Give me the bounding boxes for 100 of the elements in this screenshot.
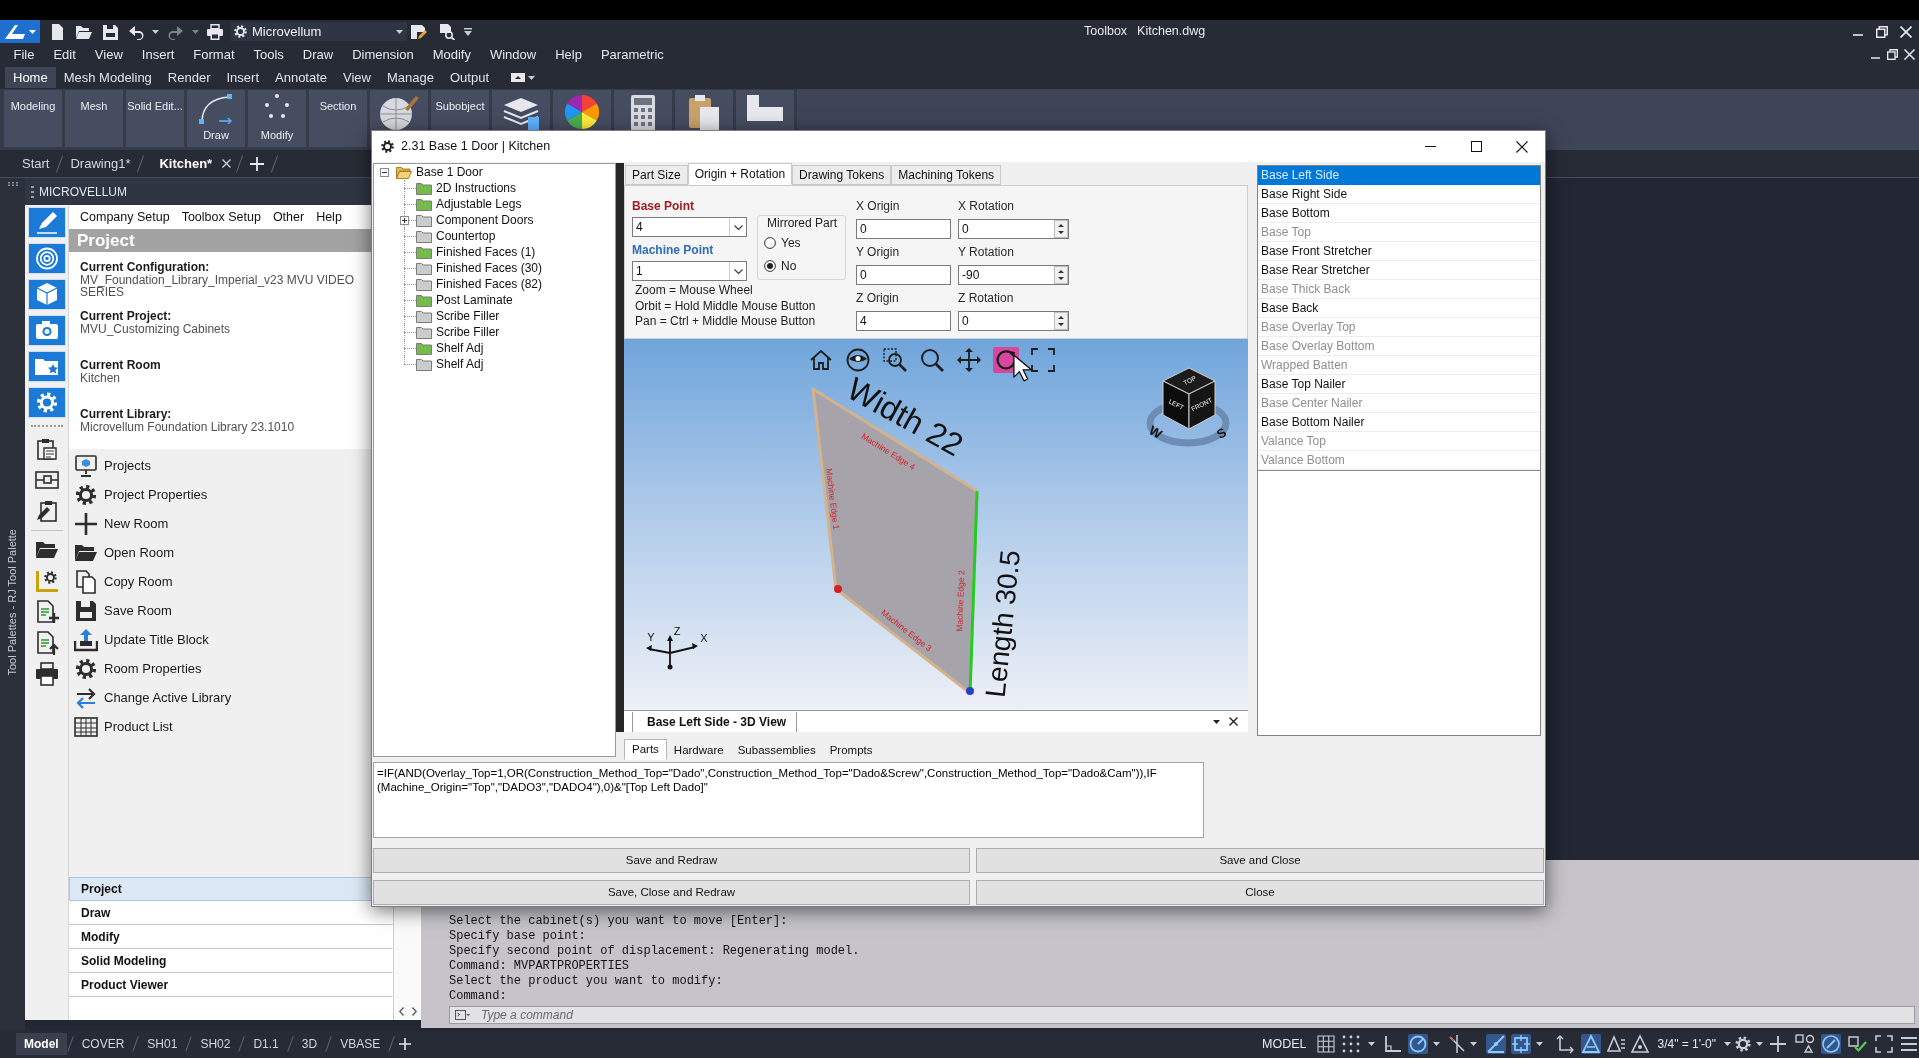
tree-item[interactable]: Shelf Adj [374,340,486,356]
shapes-icon[interactable] [1795,1034,1815,1054]
palette-command[interactable]: Room Properties [74,654,206,683]
rotation-spin-field[interactable]: -90 [958,265,1069,285]
menu-item[interactable]: Draw [293,44,343,65]
grid-icon[interactable] [1316,1034,1337,1054]
triangle-lines-icon[interactable] [1606,1034,1627,1054]
layout-tab[interactable]: 3D [293,1033,326,1055]
close-button[interactable]: Close [976,880,1544,905]
palette-command[interactable]: Project Properties [74,480,212,509]
palette-command[interactable]: Update Title Block [74,625,213,654]
palette-menu-item[interactable]: Other [266,207,311,227]
close-icon[interactable] [1229,717,1238,726]
part-list-item[interactable]: Base Left Side [1258,166,1540,185]
home-icon[interactable] [808,347,834,373]
ribbon-tab[interactable]: Insert [218,67,267,88]
caret-icon[interactable] [1536,1042,1544,1046]
tree-item[interactable]: Base 1 Door [374,164,485,180]
palette-command[interactable]: New Room [74,509,173,538]
part-list-item[interactable]: Base Right Side [1258,185,1540,204]
caret-icon[interactable] [1756,1042,1763,1046]
caret-icon[interactable] [528,75,535,80]
page-magnifier-icon[interactable] [439,23,455,40]
ribbon-panel-button[interactable]: Solid Edit... [126,90,184,147]
gear-icon[interactable] [27,387,66,418]
spinner-icon[interactable] [1054,312,1068,330]
bottom-tab[interactable]: Subassemblies [730,741,823,760]
eye-icon[interactable] [845,347,871,373]
layout-tab[interactable]: SH02 [192,1033,239,1055]
pencil-icon[interactable] [27,207,66,238]
annotation-scale-button[interactable]: 3/4" = 1'-0" [1657,1035,1716,1053]
printer-icon[interactable] [207,23,223,40]
radio-option[interactable]: Yes [764,235,801,251]
part-list-item[interactable]: Base Bottom Nailer [1258,413,1540,432]
origin-field[interactable]: 4 [856,311,951,331]
palette-menu-item[interactable]: Toolbox Setup [175,207,267,227]
caret-icon[interactable] [152,29,159,34]
save-icon[interactable] [103,23,119,40]
rotation-spin-field[interactable]: 0 [958,219,1069,239]
palette-command[interactable]: Open Room [74,538,179,567]
document-arrow-icon[interactable] [34,631,59,655]
caret-icon[interactable] [1213,720,1220,724]
menu-item[interactable]: Modify [423,44,481,65]
menu-item[interactable]: File [4,44,44,65]
dialog-tab[interactable]: Drawing Tokens [792,165,892,185]
ribbon-panel-button[interactable]: Modify [248,90,306,147]
scroll-right-icon[interactable] [411,1007,417,1016]
maximize-icon[interactable] [1470,141,1482,152]
dropdown-menu-icon[interactable] [464,27,472,36]
ribbon-tab[interactable]: View [335,67,379,88]
scroll-left-icon[interactable] [398,1007,404,1016]
palette-menu-item[interactable]: Company Setup [74,207,176,227]
zoom-window-icon[interactable] [882,347,908,373]
part-list-item[interactable]: Base Bottom [1258,204,1540,223]
restore-icon[interactable] [1887,49,1898,60]
open-folder-icon[interactable] [76,23,92,40]
grip-icon[interactable] [31,185,34,198]
printer-icon[interactable] [34,662,59,686]
menu-item[interactable]: Help [545,44,592,65]
layout-tab[interactable]: D1.1 [245,1033,287,1055]
part-list-item[interactable]: Base Rear Stretcher [1258,261,1540,280]
document-tab[interactable]: Drawing1* [60,150,141,177]
tree-item[interactable]: Finished Faces (82) [374,276,545,292]
axis-arrows-icon[interactable] [1555,1034,1576,1054]
save-and-close-button[interactable]: Save and Close [976,848,1544,873]
plus-icon[interactable] [250,156,265,171]
document-tab[interactable]: Start [12,150,60,177]
palette-command[interactable]: Save Room [74,596,176,625]
concentric-rings-icon[interactable] [27,243,66,274]
dialog-tab[interactable]: Machining Tokens [891,165,1002,185]
minimize-icon[interactable] [1424,146,1436,147]
right-angle-icon[interactable] [1383,1034,1404,1054]
menu-icon[interactable] [1901,1037,1917,1051]
angle-line-icon[interactable] [1486,1034,1507,1054]
caret-icon[interactable] [1368,1042,1376,1046]
formula-field[interactable]: =IF(AND(Overlay_Top=1,OR(Construction_Method_Top="Dado",Construction_Method_Top="Dado&Screw",Construction_Method_Top="Dado&Cam")),IF(Machine_Origin="Top","DADO3","DADO4"),0)&"[Top Left Dado]" [373,762,1204,838]
save-and-redraw-button[interactable]: Save and Redraw [373,848,970,873]
palette-command[interactable]: Projects [74,451,155,480]
ribbon-tab[interactable]: Output [442,67,497,88]
triangle-icon[interactable] [1581,1034,1602,1054]
menu-item[interactable]: Edit [43,44,86,65]
tree-item[interactable]: Finished Faces (30) [374,260,545,276]
ribbon-tab[interactable]: Mesh Modeling [55,67,160,88]
bottom-tab[interactable]: Parts [624,739,667,760]
bottom-tab[interactable]: Prompts [822,741,880,760]
origin-field[interactable]: 0 [856,265,951,285]
model-space-button[interactable]: MODEL [1259,1034,1310,1054]
floppy-pencil-icon[interactable] [411,23,427,40]
dialog-tab[interactable]: Part Size [625,165,688,185]
ribbon-panel-button[interactable]: Modeling [4,90,62,147]
camera-icon[interactable] [27,315,66,346]
cube-check-icon[interactable] [1847,1034,1867,1054]
save-close-redraw-button[interactable]: Save, Close and Redraw [373,880,970,905]
tree-item[interactable]: Post Laminate [374,292,515,308]
redo-icon[interactable] [167,23,183,40]
palette-command[interactable]: Change Active Library [74,683,236,712]
tree-item[interactable]: 2D Instructions [374,180,519,196]
clipboard-pencil-icon[interactable] [34,499,59,523]
tree-item[interactable]: Shelf Adj [374,356,486,372]
ruler-gear-icon[interactable] [34,569,59,593]
